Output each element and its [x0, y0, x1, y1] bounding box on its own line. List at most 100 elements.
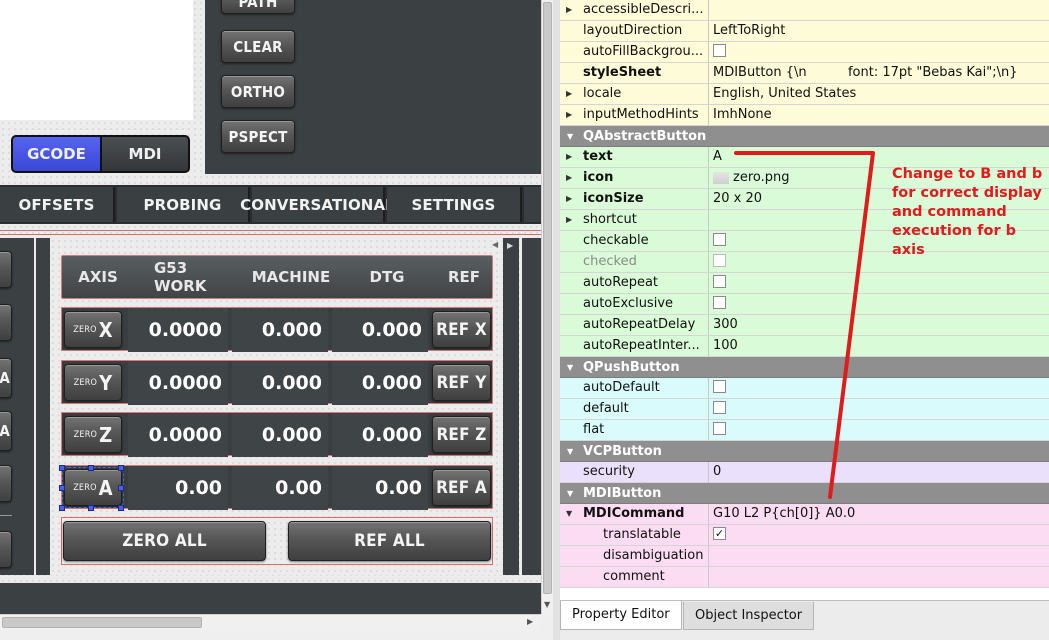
mdi-toggle-button[interactable]: MDI — [100, 135, 190, 173]
tab-probing[interactable]: PROBING — [117, 187, 250, 222]
ref-a-button[interactable]: REF A — [432, 469, 491, 506]
property-row[interactable]: layoutDirection LeftToRight — [560, 21, 1049, 42]
tab-property-editor[interactable]: Property Editor — [560, 601, 682, 630]
selection-handle[interactable] — [59, 485, 65, 491]
collapse-arrow-icon[interactable]: ▼ — [567, 483, 573, 504]
checkbox[interactable] — [713, 380, 726, 393]
axis-letter: Z — [99, 422, 113, 447]
scroll-right-arrow-icon[interactable]: ▶ — [527, 617, 533, 626]
property-value[interactable] — [710, 546, 1049, 566]
property-row[interactable]: styleSheet MDIButton {\n font: 17pt "Beba… — [560, 63, 1049, 84]
scroll-down-arrow-icon[interactable]: ▼ — [544, 600, 550, 609]
selection-handle[interactable] — [118, 465, 124, 471]
property-row[interactable]: ▶ accessibleDescri... — [560, 0, 1049, 21]
collapse-arrow-icon[interactable]: ▼ — [567, 357, 573, 378]
collapse-arrow-icon[interactable]: ▼ — [567, 441, 573, 462]
work-value: 0.00 — [128, 466, 228, 510]
property-value[interactable]: LeftToRight — [710, 21, 1049, 41]
zero-a-button[interactable]: ZERO A — [62, 467, 124, 508]
checkbox[interactable] — [713, 44, 726, 57]
section-qpushbutton[interactable]: ▼ QPushButton — [560, 357, 1049, 378]
property-row[interactable]: autoFillBackgrou... — [560, 42, 1049, 63]
zero-y-button[interactable]: ZERO Y — [64, 364, 122, 401]
property-value[interactable]: 0 — [710, 462, 1049, 482]
checkbox-checked[interactable]: ✓ — [713, 527, 726, 540]
section-vcpbutton[interactable]: ▼ VCPButton — [560, 441, 1049, 462]
tab-conversational[interactable]: CONVERSATIONAL — [240, 187, 395, 222]
property-value[interactable]: 100 — [710, 336, 1049, 356]
dro-scrollbar[interactable]: ▶ — [503, 238, 519, 575]
tab-offsets[interactable]: OFFSETS — [0, 187, 115, 222]
property-row[interactable]: ▶ locale English, United States — [560, 84, 1049, 105]
property-row[interactable]: autoRepeatInter... 100 — [560, 336, 1049, 357]
ref-all-button[interactable]: REF ALL — [288, 521, 491, 561]
form-vertical-scrollbar[interactable]: ▼ — [541, 0, 553, 614]
property-name: checkable — [560, 231, 709, 251]
property-value[interactable]: ImhNone — [710, 105, 1049, 125]
selection-handle[interactable] — [118, 485, 124, 491]
selection-handle[interactable] — [59, 465, 65, 471]
ref-y-button[interactable]: REF Y — [432, 364, 491, 401]
selection-handle[interactable] — [118, 505, 124, 511]
property-row[interactable]: translatable ✓ — [560, 525, 1049, 546]
property-value[interactable]: MDIButton {\n font: 17pt "Bebas Kai";\n} — [710, 63, 1049, 83]
property-row[interactable]: autoDefault — [560, 378, 1049, 399]
scroll-left-arrow-icon[interactable]: ◀ — [492, 240, 498, 249]
side-button-5[interactable] — [0, 465, 12, 502]
scroll-thumb[interactable] — [2, 617, 202, 628]
side-button-3[interactable]: /A — [0, 358, 12, 398]
section-mdibutton[interactable]: ▼ MDIButton — [560, 483, 1049, 504]
property-row-mdicommand[interactable]: ▼ MDICommand G10 L2 P{ch[0]} A0.0 — [560, 504, 1049, 525]
checkbox[interactable] — [713, 422, 726, 435]
property-row[interactable]: autoExclusive — [560, 294, 1049, 315]
scroll-right-arrow-icon[interactable]: ▶ — [507, 241, 513, 250]
path-button[interactable]: PATH — [221, 0, 295, 14]
property-value[interactable]: English, United States — [710, 84, 1049, 104]
zero-z-button[interactable]: ZERO Z — [64, 416, 122, 453]
splitter[interactable] — [553, 0, 560, 640]
side-button-1[interactable] — [0, 251, 12, 288]
scroll-thumb[interactable] — [543, 2, 552, 594]
property-row[interactable]: flat — [560, 420, 1049, 441]
property-value[interactable]: 300 — [710, 315, 1049, 335]
property-row[interactable]: disambiguation — [560, 546, 1049, 567]
checkbox[interactable] — [713, 401, 726, 414]
property-value[interactable] — [710, 0, 1049, 20]
zero-x-button[interactable]: ZERO X — [64, 311, 122, 348]
gcode-toggle-button[interactable]: GCODE — [11, 135, 102, 173]
zero-all-button[interactable]: ZERO ALL — [63, 521, 266, 561]
property-row[interactable]: default — [560, 399, 1049, 420]
checkbox[interactable] — [713, 275, 726, 288]
checkbox[interactable] — [713, 254, 726, 267]
collapse-arrow-icon[interactable]: ▼ — [567, 126, 573, 147]
checkbox[interactable] — [713, 233, 726, 246]
selection-handle[interactable] — [88, 465, 94, 471]
tab-settings[interactable]: SETTINGS — [387, 187, 522, 222]
property-value[interactable]: A — [710, 147, 1049, 167]
clear-button[interactable]: CLEAR — [221, 30, 295, 63]
tab-object-inspector[interactable]: Object Inspector — [683, 602, 815, 630]
selection-handle[interactable] — [88, 505, 94, 511]
property-row[interactable]: ▶ inputMethodHints ImhNone — [560, 105, 1049, 126]
side-button-4[interactable]: /A — [0, 411, 12, 451]
section-qabstractbutton[interactable]: ▼ QAbstractButton — [560, 126, 1049, 147]
checkbox[interactable] — [713, 296, 726, 309]
property-value[interactable]: zero.png — [733, 170, 789, 185]
pspect-button[interactable]: PSPECT — [221, 120, 295, 153]
property-row[interactable]: comment — [560, 567, 1049, 588]
property-name: icon — [560, 168, 709, 188]
side-button-2[interactable] — [0, 304, 12, 341]
right-edge-panel — [522, 238, 541, 575]
ref-x-button[interactable]: REF X — [432, 311, 491, 348]
form-horizontal-scrollbar[interactable]: ▶ — [0, 614, 541, 630]
property-value[interactable] — [710, 567, 1049, 587]
property-name: layoutDirection — [560, 21, 709, 41]
ref-z-button[interactable]: REF Z — [432, 416, 491, 453]
property-value[interactable]: G10 L2 P{ch[0]} A0.0 — [710, 504, 1049, 524]
property-row[interactable]: autoRepeatDelay 300 — [560, 315, 1049, 336]
side-button-6[interactable] — [0, 531, 12, 568]
ortho-button[interactable]: ORTHO — [221, 75, 295, 108]
property-row[interactable]: security 0 — [560, 462, 1049, 483]
property-row[interactable]: autoRepeat — [560, 273, 1049, 294]
selection-handle[interactable] — [59, 505, 65, 511]
